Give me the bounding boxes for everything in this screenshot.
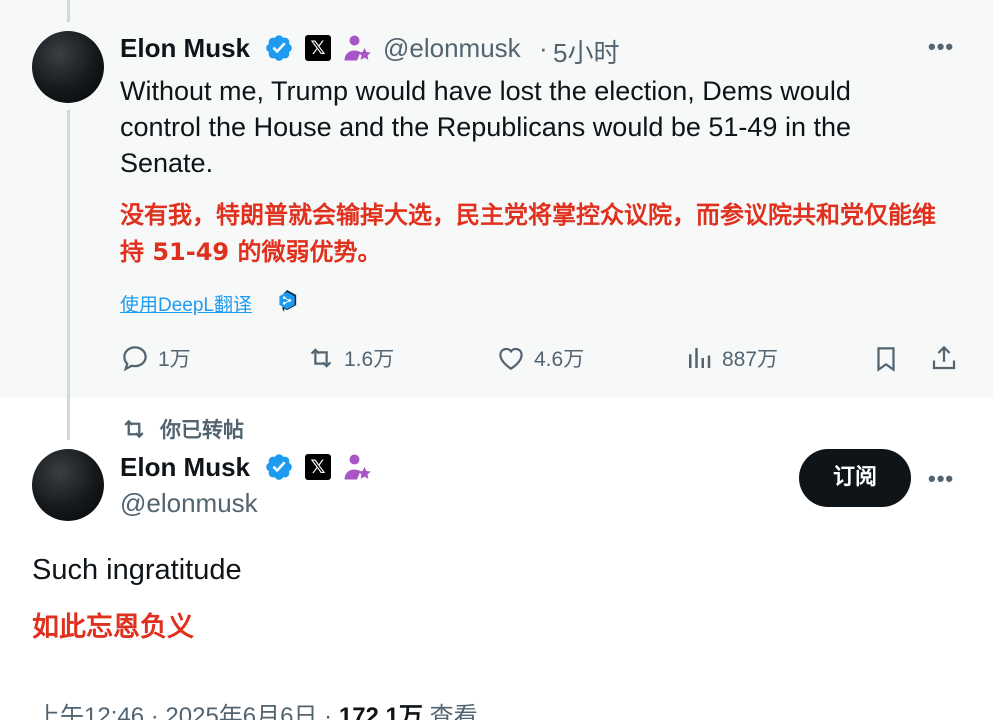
like-icon [499,347,523,370]
tweet-text-en: Without me, Trump would have lost the el… [120,76,851,178]
separator-dot: · [539,33,548,63]
reply-count: 1万 [158,348,191,371]
share-icon[interactable] [929,343,959,373]
avatar[interactable] [32,449,104,521]
views-count: 172.1万 [338,703,423,720]
deepl-icon [279,290,297,312]
author-handle[interactable]: @elonmusk [120,488,258,519]
verified-badge-icon[interactable] [264,33,294,63]
like-button[interactable]: 4.6万 [496,343,584,373]
bookmark-icon[interactable] [871,344,901,374]
tweet-time[interactable]: 5小时 [553,33,619,70]
affiliate-person-icon [344,35,371,61]
x-logo-icon: 𝕏 [305,454,331,480]
retweet-indicator[interactable]: 你已转帖 [120,414,244,444]
quoted-tweet[interactable]: Elon Musk 𝕏 @elonmusk · 5小时 ••• Without … [0,0,993,398]
repost-button[interactable]: 1.6万 [306,343,394,373]
more-icon[interactable]: ••• [928,34,954,60]
subscribe-button[interactable]: 订阅 [799,449,911,507]
tweet-timestamp[interactable]: 上午12:46 · 2025年6月6日 · 172.1万 查看 [36,696,478,720]
author-name[interactable]: Elon Musk [120,452,250,483]
views-button[interactable]: 887万 [684,343,778,373]
views-label: 查看 [429,703,478,720]
like-count: 4.6万 [534,348,585,371]
author-handle[interactable]: @elonmusk [383,33,521,64]
more-icon[interactable]: ••• [928,466,954,492]
tweet-text-zh: 没有我，特朗普就会输掉大选，民主党将掌控众议院，而参议院共和党仅能维持 51-4… [120,201,936,266]
tweet-time[interactable]: 上午12:46 [36,703,144,720]
affiliate-person-icon [344,454,371,480]
repost-icon [124,419,144,439]
author-name[interactable]: Elon Musk [120,33,250,64]
tweet-text-zh: 如此忘恩负义 [32,612,194,643]
retweet-note-label: 你已转帖 [160,418,244,442]
repost-icon [310,348,332,368]
thread-line-top [67,0,70,22]
views-icon [689,348,711,368]
tweet-date[interactable]: 2025年6月6日 [165,703,317,720]
reply-button[interactable]: 1万 [120,343,191,373]
repost-count: 1.6万 [344,348,395,371]
thread-line [67,110,70,398]
thread-line-connector [67,398,70,440]
reply-icon [123,346,147,372]
verified-badge-icon[interactable] [264,452,294,482]
tweet-text-en: Such ingratitude [32,554,242,586]
views-count: 887万 [722,348,779,371]
x-logo-icon: 𝕏 [305,35,331,61]
avatar[interactable] [32,31,104,103]
translate-link[interactable]: 使用DeepL翻译 [120,290,252,317]
